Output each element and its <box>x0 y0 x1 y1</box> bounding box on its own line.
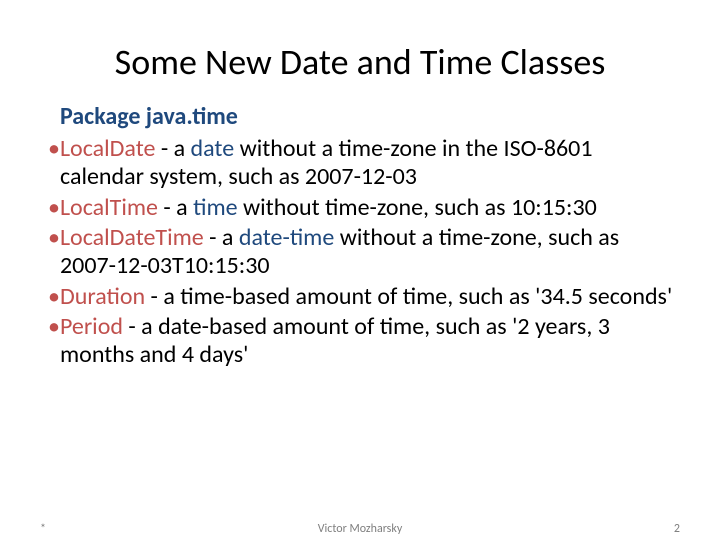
slide-subtitle: Package java.time <box>60 102 680 131</box>
list-item: •Duration - a time-based amount of time,… <box>40 283 680 311</box>
list-item: •LocalTime - a time without time-zone, s… <box>40 194 680 222</box>
list-item: •Period - a date-based amount of time, s… <box>40 313 680 370</box>
page-number: 2 <box>674 522 680 536</box>
list-item: •LocalDate - a date without a time-zone … <box>40 135 680 192</box>
slide-title: Some New Date and Time Classes <box>40 40 680 84</box>
bullet-list: •LocalDate - a date without a time-zone … <box>40 135 680 370</box>
list-item: •LocalDateTime - a date-time without a t… <box>40 224 680 281</box>
footer-author: Victor Mozharsky <box>0 522 720 536</box>
slide: Some New Date and Time Classes Package j… <box>0 0 720 540</box>
